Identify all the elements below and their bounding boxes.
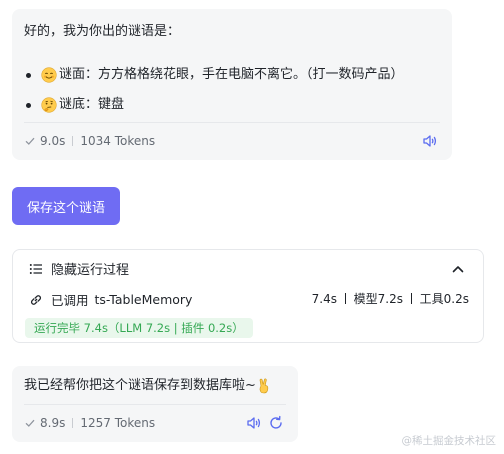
- answer-label: 谜底：: [59, 97, 99, 112]
- reply-text: 我已经帮你把这个谜语保存到数据库啦~: [24, 378, 256, 393]
- tool-call-row: 已调用 ts-TableMemory: [29, 290, 192, 309]
- meta-separator: [72, 136, 74, 146]
- bullet-dot: [26, 102, 31, 108]
- timing-tool: 工具0.2s: [419, 292, 469, 306]
- tool-timing: 7.4s 模型7.2s 工具0.2s: [312, 290, 469, 307]
- run-process-panel: 隐藏运行过程 已调用 ts-TableMemory 7.4s 模型7.2s 工具…: [12, 249, 484, 343]
- riddle-label: 谜面：: [59, 67, 99, 82]
- tool-prefix: 已调用: [51, 293, 89, 308]
- check-icon: [25, 419, 35, 427]
- smiling-face-emoji: [41, 67, 57, 83]
- reply-line: 我已经帮你把这个谜语保存到数据库啦~: [24, 377, 271, 395]
- assistant-message-2: 我已经帮你把这个谜语保存到数据库啦~ 8.9s 1257 Tokens: [12, 366, 298, 442]
- check-icon: [25, 137, 35, 145]
- timing-model: 模型7.2s: [353, 292, 403, 306]
- save-riddle-button[interactable]: 保存这个谜语: [12, 187, 120, 225]
- timing-total: 7.4s: [311, 292, 337, 306]
- victory-hand-emoji: [259, 378, 269, 394]
- response-duration: 8.9s: [40, 416, 66, 430]
- message-meta: 8.9s 1257 Tokens: [24, 416, 155, 430]
- list-icon: [29, 263, 42, 274]
- thinking-face-emoji: [41, 97, 57, 113]
- answer-text: 键盘: [98, 97, 125, 112]
- riddle-text: 方方格格绕花眼，手在电脑不离它。（打一数码产品）: [98, 67, 404, 82]
- speaker-icon[interactable]: [246, 415, 262, 431]
- run-status-badge: 运行完毕 7.4s（LLM 7.2s | 插件 0.2s）: [25, 318, 253, 338]
- message-intro: 好的，我为你出的谜语是：: [24, 24, 181, 39]
- assistant-message-1: 好的，我为你出的谜语是： 谜面： 方方格格绕花眼，手在电脑不离它。（打一数码产品…: [12, 9, 452, 160]
- message-meta: 9.0s 1034 Tokens: [24, 134, 155, 148]
- token-count: 1034 Tokens: [80, 134, 156, 148]
- riddle-bullet: 谜面： 方方格格绕花眼，手在电脑不离它。（打一数码产品）: [24, 66, 404, 84]
- toggle-process-label: 隐藏运行过程: [51, 263, 130, 278]
- token-count: 1257 Tokens: [80, 416, 156, 430]
- answer-bullet: 谜底： 键盘: [24, 96, 124, 114]
- toggle-process-button[interactable]: 隐藏运行过程: [29, 259, 129, 278]
- refresh-icon[interactable]: [268, 415, 284, 431]
- speaker-icon[interactable]: [422, 133, 438, 149]
- message-divider: [24, 122, 440, 123]
- message-divider: [24, 404, 286, 405]
- watermark: @稀土掘金技术社区: [401, 435, 497, 447]
- tool-name: ts-TableMemory: [94, 292, 193, 307]
- timing-separator: [410, 293, 412, 304]
- timing-separator: [344, 293, 346, 304]
- chevron-up-icon[interactable]: [451, 262, 465, 276]
- response-duration: 9.0s: [40, 134, 66, 148]
- meta-separator: [72, 418, 74, 428]
- bullet-dot: [26, 72, 31, 78]
- link-icon: [31, 294, 41, 305]
